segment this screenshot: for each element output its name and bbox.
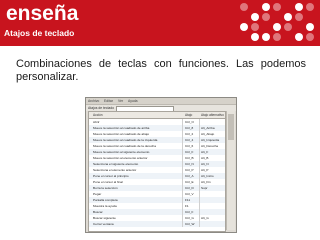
decorative-dot (306, 23, 314, 31)
decorative-dot (295, 3, 303, 11)
decorative-dot (306, 33, 314, 41)
decorative-dot (295, 13, 303, 21)
header-banner: enseña Atajos de teclado (0, 0, 320, 46)
toolbar: Atajos de teclado (86, 104, 236, 112)
decorative-dot (284, 23, 292, 31)
decorative-dot (240, 23, 248, 31)
decorative-dot (251, 13, 259, 21)
decorative-dot (240, 3, 248, 11)
cell-action: Cerrar ventana (93, 222, 114, 226)
decorative-dot (251, 23, 259, 31)
decorative-dot-pattern (238, 2, 320, 44)
decorative-dot (306, 3, 314, 11)
decorative-dot (262, 3, 270, 11)
decorative-dot (262, 33, 270, 41)
vertical-scrollbar[interactable] (226, 111, 235, 230)
cell-shortcut[interactable]: Ctrl_W (185, 221, 199, 227)
shortcuts-table: Abrir Ctrl_O Mueve la selección al cuadrad… (88, 118, 226, 232)
lead-paragraph: Combinaciones de teclas con funciones. L… (16, 58, 306, 83)
decorative-dot (284, 13, 292, 21)
embedded-screenshot: Archivo Editar Ver Ayuda Atajos de tecla… (85, 97, 237, 233)
table-row[interactable]: Cerrar ventana Ctrl_W (89, 221, 225, 227)
section-subtitle: Atajos de teclado (4, 28, 75, 38)
decorative-dot (273, 23, 281, 31)
decorative-dot (273, 33, 281, 41)
decorative-dot (262, 13, 270, 21)
brand-title: enseña (6, 2, 79, 25)
decorative-dot (251, 33, 259, 41)
decorative-dot (273, 3, 281, 11)
decorative-dot (295, 33, 303, 41)
scrollbar-thumb[interactable] (228, 114, 234, 140)
